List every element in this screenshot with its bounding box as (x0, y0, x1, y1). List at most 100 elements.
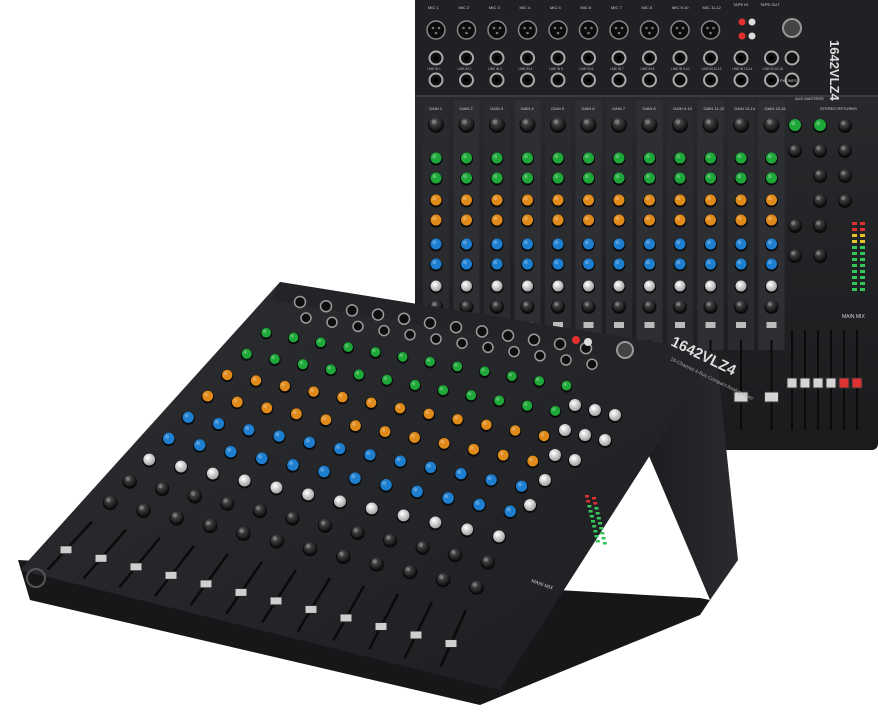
xlr-jack (670, 20, 690, 40)
channel-knob (460, 214, 473, 228)
xlr-jack (639, 20, 660, 40)
front-channel-knob (526, 455, 540, 469)
front-channel-knob (324, 364, 337, 377)
channel-knob (704, 238, 717, 252)
meter-led (852, 264, 857, 267)
front-channel-knob (460, 523, 475, 538)
master-knob (813, 249, 827, 263)
meter-led (852, 246, 857, 249)
front-jack (326, 316, 338, 328)
front-channel-knob (269, 481, 284, 496)
channel-knob (673, 238, 687, 252)
front-meter-led (602, 542, 607, 545)
front-meter-led (594, 507, 599, 510)
front-fader-cap (339, 613, 353, 623)
mute-button (675, 322, 685, 328)
mute-button (766, 322, 777, 328)
channel-knob (765, 194, 778, 208)
master-knob (788, 219, 802, 233)
front-jack (508, 345, 520, 358)
line-input-label: LINE IN 13-14 (732, 67, 752, 71)
front-channel-knob (379, 479, 393, 493)
front-meter-led (600, 532, 605, 535)
front-rca-jack (584, 338, 592, 346)
master-knob (788, 119, 802, 133)
front-channel-knob (333, 495, 347, 510)
xlr-jack (456, 20, 477, 40)
channel-knob (612, 280, 626, 294)
channel-knob (734, 152, 748, 166)
front-channel-knob (296, 359, 309, 372)
master-fader-cap (838, 377, 850, 389)
front-fader-cap (59, 545, 73, 555)
channel-knob (734, 280, 748, 294)
front-channel-knob (272, 430, 286, 444)
front-fader-cap (94, 553, 108, 563)
channel-knob (765, 172, 778, 186)
line-input-label: LINE IN 9-10 (671, 67, 690, 71)
meter-led (860, 240, 865, 243)
front-rca-jack (572, 336, 580, 344)
front-jack (397, 312, 411, 326)
channel-knob (460, 152, 473, 166)
line-input-label: LINE IN 1 (427, 67, 441, 71)
front-master-knob (608, 409, 622, 423)
channel-knob (429, 258, 443, 272)
channel-knob (428, 117, 444, 133)
front-fader-cap (269, 596, 283, 606)
channel-knob (765, 280, 778, 294)
meter-led (860, 234, 865, 237)
meter-led (852, 276, 857, 279)
front-channel-knob (533, 376, 546, 388)
gain-label: GAIN 6 (582, 106, 596, 111)
front-fader-cap (304, 604, 318, 614)
channel-knob (582, 258, 595, 272)
channel-knob (490, 238, 504, 252)
front-channel-knob (268, 353, 281, 367)
meter-led (860, 270, 865, 273)
channel-knob (733, 117, 749, 133)
mic-input-label: MIC 8 (642, 5, 653, 10)
fader-slot (740, 340, 742, 430)
front-jack (534, 350, 546, 362)
front-fader-cap (129, 562, 143, 572)
front-channel-knob (369, 347, 382, 359)
channel-knob (734, 238, 748, 252)
front-channel-knob (269, 534, 285, 549)
channel-knob (429, 152, 443, 166)
front-channel-knob (472, 498, 486, 513)
line-input-label: LINE IN 15-16 (763, 67, 783, 71)
front-channel-knob (242, 424, 256, 438)
front-channel-knob (302, 436, 316, 450)
xlr-jack (548, 20, 568, 40)
front-channel-knob (289, 408, 303, 422)
front-channel-knob (428, 516, 443, 531)
product-photo: MIC 1 LINE IN 1 MIC 2 LINE IN 2 MIC 3 LINE IN… (0, 0, 878, 709)
line-input-label: LINE IN 2 (458, 67, 472, 71)
front-jack (319, 299, 333, 313)
channel-knob (429, 194, 443, 208)
mic-input-label: MIC 4 (520, 5, 531, 10)
channel-knob (582, 280, 595, 294)
channel-knob (643, 238, 656, 252)
front-channel-knob (437, 437, 451, 451)
gain-label: GAIN 7 (612, 106, 626, 111)
channel-knob (734, 300, 748, 314)
front-master-knob (578, 429, 592, 443)
front-channel-knob (496, 449, 510, 463)
meter-led (860, 222, 865, 225)
front-channel-knob (480, 419, 493, 433)
meter-led (860, 252, 865, 255)
front-channel-knob (380, 374, 393, 387)
channel-knob (765, 238, 778, 252)
channel-knob (460, 238, 473, 252)
front-channel-knob (224, 445, 238, 460)
mic-input-label: MIC 1 (428, 5, 439, 10)
front-channel-knob (521, 400, 534, 413)
front-channel-knob (408, 379, 422, 392)
channel-knob (460, 258, 473, 272)
front-channel-knob (317, 465, 331, 480)
fader-cap (764, 391, 779, 403)
meter-led (860, 228, 865, 231)
channel-knob (612, 238, 626, 252)
